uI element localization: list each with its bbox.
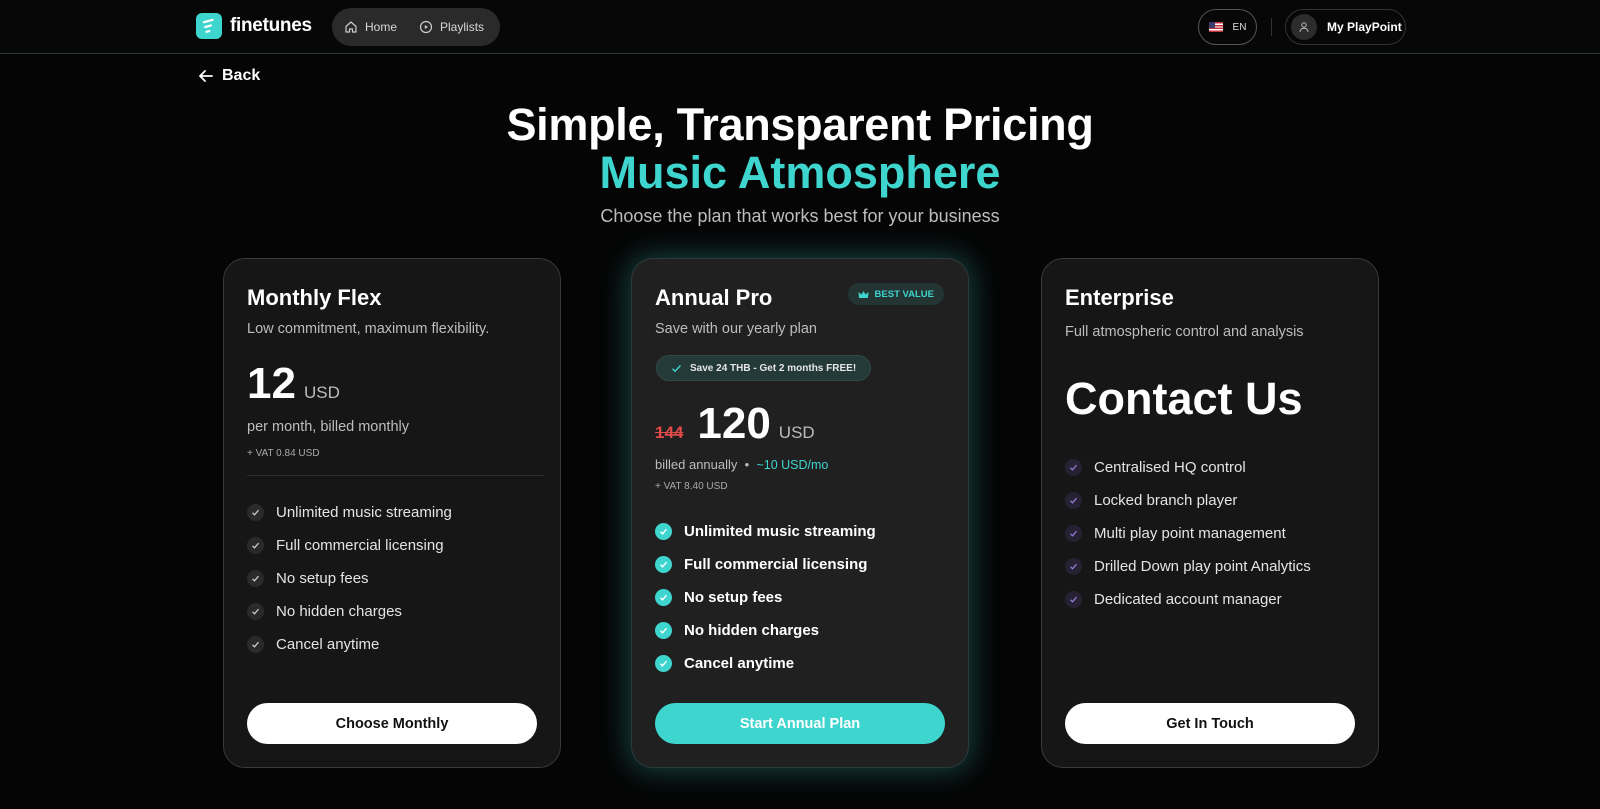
- check-icon: [655, 589, 672, 606]
- check-icon: [655, 523, 672, 540]
- feature-list: Unlimited music streaming Full commercia…: [247, 496, 452, 661]
- feature-item: Unlimited music streaming: [655, 515, 876, 548]
- main-nav: Home Playlists: [332, 8, 500, 46]
- check-icon: [672, 364, 682, 372]
- language-selector[interactable]: EN: [1198, 9, 1257, 45]
- plan-description: Low commitment, maximum flexibility.: [247, 321, 490, 337]
- check-icon: [247, 570, 264, 587]
- check-icon: [247, 537, 264, 554]
- vat-note: + VAT 0.84 USD: [247, 448, 320, 459]
- feature-item: Cancel anytime: [247, 628, 452, 661]
- back-button[interactable]: Back: [198, 67, 260, 85]
- contact-us-heading: Contact Us: [1065, 373, 1303, 424]
- check-icon: [655, 622, 672, 639]
- price-currency: USD: [303, 383, 340, 402]
- plan-name: Annual Pro: [655, 285, 773, 310]
- original-price: 144: [655, 423, 684, 442]
- brand-name: finetunes: [230, 15, 312, 36]
- crown-icon: [858, 290, 869, 298]
- play-circle-icon: [419, 20, 433, 34]
- plan-name: Enterprise: [1065, 285, 1174, 310]
- plan-description: Full atmospheric control and analysis: [1065, 324, 1304, 340]
- feature-item: No hidden charges: [247, 595, 452, 628]
- feature-item: Centralised HQ control: [1065, 451, 1311, 484]
- price-currency: USD: [778, 423, 815, 442]
- page-description: Choose the plan that works best for your…: [600, 206, 1000, 226]
- billing-period: billed annually • ~10 USD/mo: [655, 457, 829, 472]
- us-flag-icon: [1208, 22, 1223, 32]
- feature-item: No hidden charges: [655, 614, 876, 647]
- nav-home-label: Home: [365, 20, 398, 34]
- feature-item: Unlimited music streaming: [247, 496, 452, 529]
- back-label: Back: [222, 67, 261, 84]
- best-value-badge: BEST VALUE: [847, 283, 944, 305]
- page-title: Simple, Transparent Pricing: [506, 99, 1094, 150]
- monthly-equivalent: ~10 USD/mo: [756, 458, 829, 472]
- check-icon: [247, 636, 264, 653]
- choose-monthly-button[interactable]: Choose Monthly: [247, 703, 537, 744]
- logo-mark-icon: [196, 13, 222, 39]
- arrow-left-icon: [199, 70, 213, 82]
- account-label: My PlayPoint: [1327, 20, 1402, 34]
- plan-price: 12 USD: [247, 359, 340, 409]
- feature-item: Dedicated account manager: [1065, 583, 1311, 616]
- feature-item: Cancel anytime: [655, 647, 876, 680]
- savings-pill: Save 24 THB - Get 2 months FREE!: [656, 355, 872, 381]
- check-icon: [247, 603, 264, 620]
- get-in-touch-button[interactable]: Get In Touch: [1065, 703, 1355, 744]
- feature-item: Locked branch player: [1065, 484, 1311, 517]
- price-amount: 12: [247, 359, 296, 408]
- check-icon: [1065, 591, 1082, 608]
- user-icon: [1291, 14, 1317, 40]
- feature-list: Unlimited music streaming Full commercia…: [655, 515, 876, 680]
- brand-logo[interactable]: finetunes: [196, 13, 312, 39]
- price-amount: 120: [697, 399, 771, 448]
- feature-item: No setup fees: [655, 581, 876, 614]
- check-icon: [247, 504, 264, 521]
- home-icon: [345, 21, 357, 33]
- page-subtitle: Music Atmosphere: [599, 147, 1001, 198]
- account-button[interactable]: My PlayPoint: [1285, 9, 1406, 45]
- check-icon: [655, 556, 672, 573]
- check-icon: [655, 655, 672, 672]
- billing-period: per month, billed monthly: [247, 419, 409, 435]
- vat-note: + VAT 8.40 USD: [655, 481, 728, 492]
- nav-playlists[interactable]: Playlists: [419, 20, 484, 34]
- feature-item: Full commercial licensing: [655, 548, 876, 581]
- plan-card-annual: Annual Pro BEST VALUE Save with our year…: [631, 258, 969, 768]
- check-icon: [1065, 459, 1082, 476]
- plan-card-enterprise: Enterprise Full atmospheric control and …: [1041, 258, 1379, 768]
- plan-price: 144 120 USD: [655, 399, 815, 449]
- top-navbar: finetunes Home Playlists EN My PlayPoint: [0, 0, 1600, 54]
- plan-name: Monthly Flex: [247, 285, 382, 310]
- feature-item: No setup fees: [247, 562, 452, 595]
- plan-card-monthly: Monthly Flex Low commitment, maximum fle…: [223, 258, 561, 768]
- nav-home[interactable]: Home: [344, 20, 397, 34]
- header-divider: [1271, 18, 1272, 36]
- feature-item: Drilled Down play point Analytics: [1065, 550, 1311, 583]
- feature-item: Full commercial licensing: [247, 529, 452, 562]
- check-icon: [1065, 492, 1082, 509]
- card-divider: [247, 475, 544, 476]
- feature-list: Centralised HQ control Locked branch pla…: [1065, 451, 1311, 616]
- plan-description: Save with our yearly plan: [655, 321, 817, 337]
- check-icon: [1065, 558, 1082, 575]
- feature-item: Multi play point management: [1065, 517, 1311, 550]
- check-icon: [1065, 525, 1082, 542]
- start-annual-plan-button[interactable]: Start Annual Plan: [655, 703, 945, 744]
- language-label: EN: [1232, 21, 1247, 33]
- nav-playlists-label: Playlists: [440, 20, 485, 34]
